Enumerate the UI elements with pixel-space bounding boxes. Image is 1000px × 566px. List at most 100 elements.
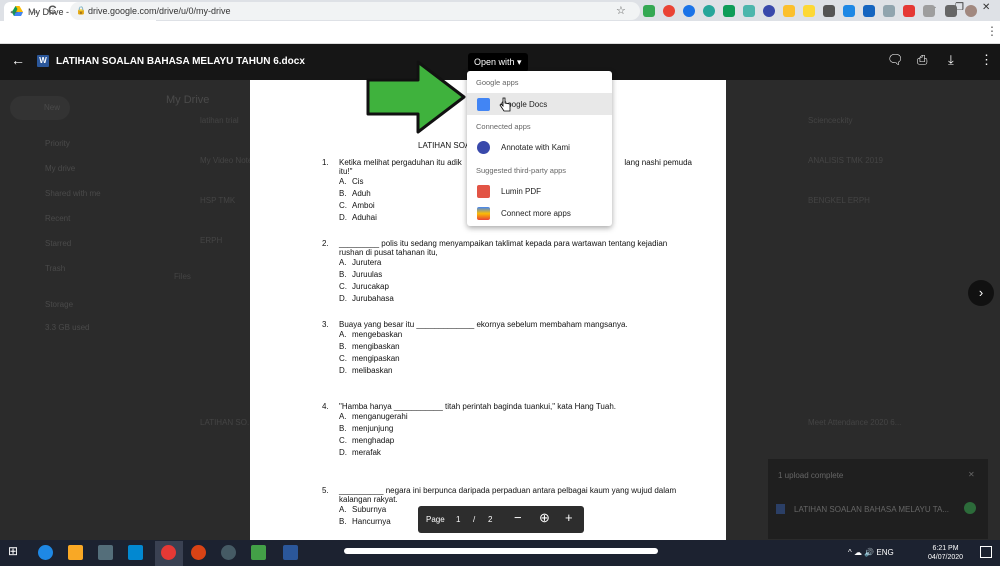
profile-avatar[interactable] [965, 5, 977, 17]
edge-icon[interactable] [38, 545, 53, 560]
extension-icon[interactable] [863, 5, 875, 17]
word-icon[interactable] [283, 545, 298, 560]
uploaded-file-name: LATIHAN SOALAN BAHASA MELAYU TA... [794, 505, 950, 514]
menu-item-kami[interactable]: Annotate with Kami [467, 136, 612, 158]
option-text: Jurubahasa [352, 294, 394, 303]
extension-icon[interactable] [903, 5, 915, 17]
extensions-puzzle-icon[interactable] [945, 5, 957, 17]
store-icon[interactable] [98, 545, 113, 560]
page-navigator: Page 1 / 2 − ⊕ + [418, 506, 584, 533]
question: 3. Buaya yang besar itu _____________ eko… [322, 320, 692, 377]
sidebar-item-shared[interactable]: Shared with me [45, 189, 101, 198]
extension-icon[interactable] [823, 5, 835, 17]
close-window-button[interactable]: ✕ [982, 2, 990, 13]
add-comment-icon[interactable]: 🗨 [887, 52, 904, 68]
language-indicator[interactable]: ENG [876, 548, 893, 557]
video-progress-bar[interactable] [344, 548, 658, 554]
clock[interactable]: 6:21 PM 04/07/2020 [928, 544, 963, 562]
viewer-back-icon[interactable]: ← [11, 52, 25, 68]
clock-time: 6:21 PM [932, 545, 959, 552]
word-file-icon [776, 504, 785, 514]
extension-icon[interactable] [723, 5, 735, 17]
file-item[interactable]: LATIHAN SO... [200, 418, 254, 427]
app-icon[interactable] [251, 545, 266, 560]
folder-item[interactable]: BENGKEL ERPH [808, 196, 870, 205]
extension-icon[interactable] [803, 5, 815, 17]
file-item[interactable]: Meet Attendance 2020 6... [808, 418, 901, 427]
zoom-icon[interactable]: ⊕ [539, 510, 550, 526]
folder-item[interactable]: HSP TMK [200, 196, 235, 205]
sidebar-item-priority[interactable]: Priority [45, 139, 70, 148]
sidebar-item-starred[interactable]: Starred [45, 239, 71, 248]
caret-down-icon: ▾ [517, 57, 522, 67]
new-button[interactable] [10, 96, 70, 120]
toast-close-icon[interactable]: ✕ [968, 470, 975, 479]
app-icon[interactable] [221, 545, 236, 560]
menu-header-suggested: Suggested third-party apps [476, 166, 567, 175]
next-file-button[interactable]: › [968, 280, 994, 306]
folder-item[interactable]: Scienceckity [808, 116, 852, 125]
zoom-out-button[interactable]: − [514, 510, 522, 525]
open-with-button[interactable]: Open with ▾ [468, 53, 528, 72]
extension-icon[interactable] [743, 5, 755, 17]
menu-header-connected-apps: Connected apps [476, 122, 531, 131]
extension-icon[interactable] [643, 5, 655, 17]
menu-item-label: Annotate with Kami [501, 142, 570, 152]
extension-icon[interactable] [663, 5, 675, 17]
question-number: 1. [322, 158, 329, 167]
current-page[interactable]: 1 [456, 515, 460, 524]
extension-icon[interactable] [923, 5, 935, 17]
menu-item-connect-more[interactable]: Connect more apps [467, 202, 612, 224]
option-letter: B. [339, 424, 347, 433]
total-pages: 2 [488, 515, 493, 524]
folder-item[interactable]: latihan trial [200, 116, 239, 125]
extension-icon[interactable] [843, 5, 855, 17]
system-tray[interactable]: ^ ☁ 🔊 ENG [848, 548, 894, 557]
option-text: Aduhai [352, 213, 377, 222]
url-text: drive.google.com/drive/u/0/my-drive [88, 6, 231, 16]
sidebar-item-storage[interactable]: Storage [45, 300, 73, 309]
menu-item-google-docs[interactable]: Google Docs [467, 93, 612, 115]
question-text-continued: rushan di pusat tahanan itu, [339, 248, 438, 257]
bookmark-star-icon[interactable]: ☆ [616, 4, 626, 17]
menu-header-google-apps: Google apps [476, 78, 519, 87]
google-docs-icon [477, 98, 490, 111]
folder-item[interactable]: ERPH [200, 236, 222, 245]
menu-item-lumin[interactable]: Lumin PDF [467, 180, 612, 202]
check-icon [964, 502, 976, 514]
reload-button[interactable]: C [48, 3, 57, 17]
question-number: 2. [322, 239, 329, 248]
kami-extension-icon[interactable] [763, 5, 775, 17]
file-explorer-icon[interactable] [68, 545, 83, 560]
menu-item-label: Connect more apps [501, 208, 571, 218]
notifications-icon[interactable] [980, 546, 992, 558]
back-button[interactable]: ← [8, 3, 20, 17]
option-text: mengipaskan [352, 354, 400, 363]
extension-icon[interactable] [683, 5, 695, 17]
extension-icon[interactable] [883, 5, 895, 17]
download-icon[interactable]: ⤓ [948, 52, 954, 68]
address-bar[interactable]: 🔒 drive.google.com/drive/u/0/my-drive [70, 2, 640, 20]
option-letter: D. [339, 448, 347, 457]
extension-icon[interactable] [703, 5, 715, 17]
browser-menu-icon[interactable]: ⋮ [986, 24, 998, 38]
option-letter: A. [339, 505, 347, 514]
extension-icon[interactable] [783, 5, 795, 17]
folder-item[interactable]: ANALISIS TMK 2019 [808, 156, 883, 165]
mail-icon[interactable] [128, 545, 143, 560]
forward-button[interactable]: → [28, 3, 40, 17]
more-actions-icon[interactable]: ⋮ [980, 52, 993, 68]
powerpoint-icon[interactable] [191, 545, 206, 560]
sidebar-item-recent[interactable]: Recent [45, 214, 70, 223]
folder-item[interactable]: My Video Notes [200, 156, 256, 165]
browser-toolbar [0, 21, 1000, 44]
option-text: mengibaskan [352, 342, 400, 351]
print-icon[interactable]: ⎙ [917, 52, 927, 68]
open-with-label: Open with [474, 57, 515, 67]
windows-start-icon[interactable]: ⊞ [8, 544, 18, 558]
chrome-icon[interactable] [161, 545, 176, 560]
zoom-in-button[interactable]: + [565, 510, 573, 525]
sidebar-item-trash[interactable]: Trash [45, 264, 65, 273]
sidebar-item-my-drive[interactable]: My drive [45, 164, 75, 173]
answer-option: B. Juruulas [322, 269, 692, 281]
